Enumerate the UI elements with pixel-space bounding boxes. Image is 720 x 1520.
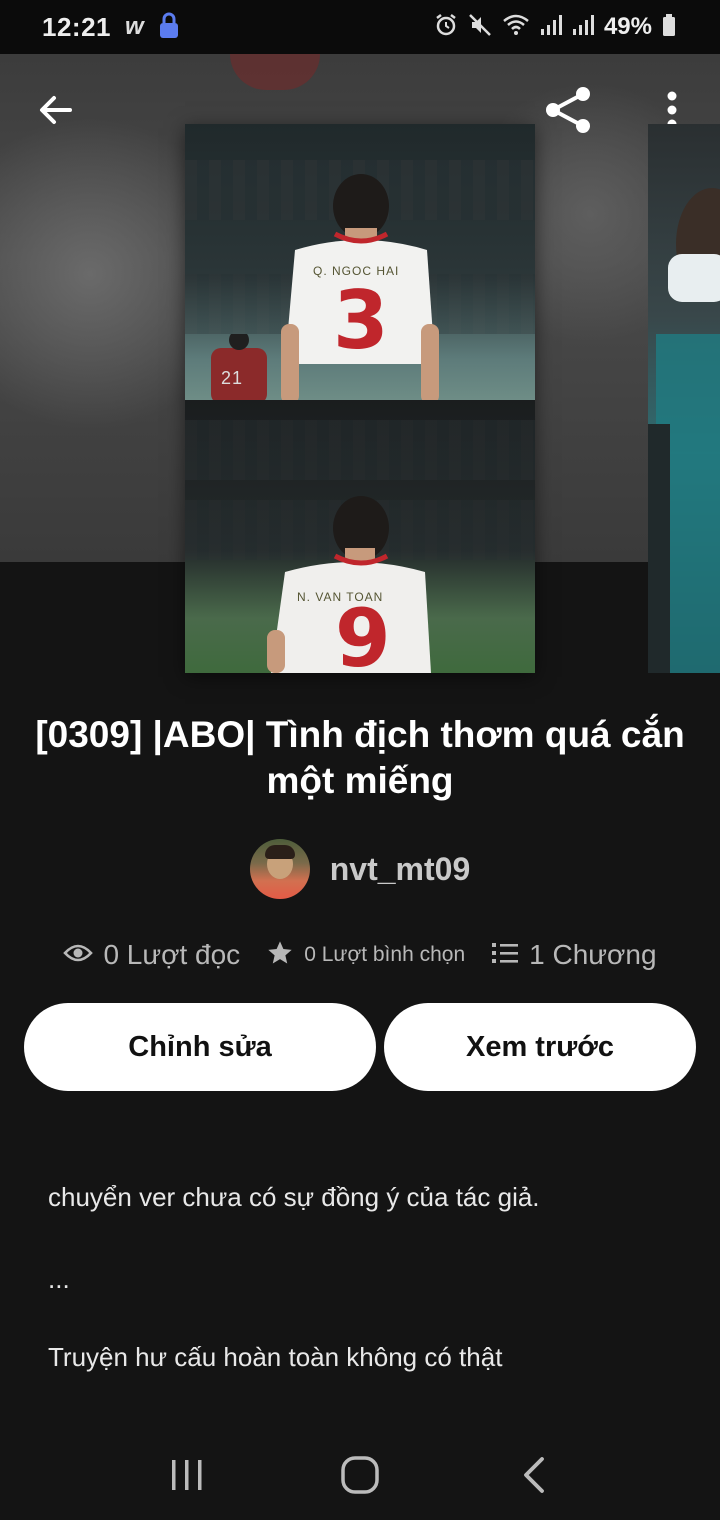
wattpad-notification-icon: w [125, 13, 144, 40]
description-line-2: ... [48, 1264, 70, 1294]
star-icon [266, 939, 294, 972]
battery-icon [662, 13, 676, 42]
next-cover-peek[interactable] [648, 124, 720, 673]
reads-count: 0 Lượt đọc [103, 939, 241, 970]
share-icon[interactable] [540, 82, 596, 138]
preview-button[interactable]: Xem trước [384, 1003, 696, 1091]
system-back-button[interactable] [503, 1445, 563, 1505]
alarm-icon [434, 13, 458, 42]
cover-bottom-panel: N. VAN TOAN 9 [185, 400, 535, 673]
chapters-stat[interactable]: 1 Chương [491, 939, 657, 971]
signal-icon-2 [572, 13, 594, 42]
mute-icon [468, 13, 492, 42]
author-name[interactable]: nvt_mt09 [330, 851, 471, 888]
battery-percent: 49% [603, 13, 652, 40]
author-row[interactable]: nvt_mt09 [0, 838, 720, 900]
story-title: [0309] |ABO| Tình địch thơm quá cắn một … [35, 714, 685, 801]
story-stats: 0 Lượt đọc 0 Lượt bình chọn 1 Chương [0, 932, 720, 978]
reads-stat: 0 Lượt đọc [63, 939, 240, 971]
signal-icon-1 [540, 13, 562, 42]
edit-button[interactable]: Chỉnh sửa [24, 1003, 376, 1091]
recent-apps-button[interactable] [157, 1445, 217, 1505]
list-icon [491, 941, 519, 970]
cover-top-panel: 21 Q. NGOC HAI 3 [185, 124, 535, 400]
votes-stat: 0 Lượt bình chọn [266, 939, 465, 972]
description-line-3: Truyện hư cấu hoàn toàn không có thật [48, 1342, 503, 1372]
story-cover-image[interactable]: 21 Q. NGOC HAI 3 N. VAN TOAN 9 [185, 124, 535, 673]
votes-count: 0 Lượt bình chọn [304, 943, 466, 966]
status-bar: 12:21 w 49% [0, 0, 720, 54]
wifi-icon [502, 13, 530, 42]
chapters-count[interactable]: 1 Chương [529, 939, 656, 971]
system-nav-bar [0, 1430, 720, 1520]
back-arrow-icon[interactable] [28, 82, 84, 138]
status-time: 12:21 [42, 11, 111, 42]
description-line-1: chuyển ver chưa có sự đồng ý của tác giả… [48, 1182, 540, 1212]
home-button[interactable] [330, 1445, 390, 1505]
lock-icon [158, 11, 180, 44]
author-avatar[interactable] [249, 839, 310, 899]
eye-icon [63, 942, 94, 969]
